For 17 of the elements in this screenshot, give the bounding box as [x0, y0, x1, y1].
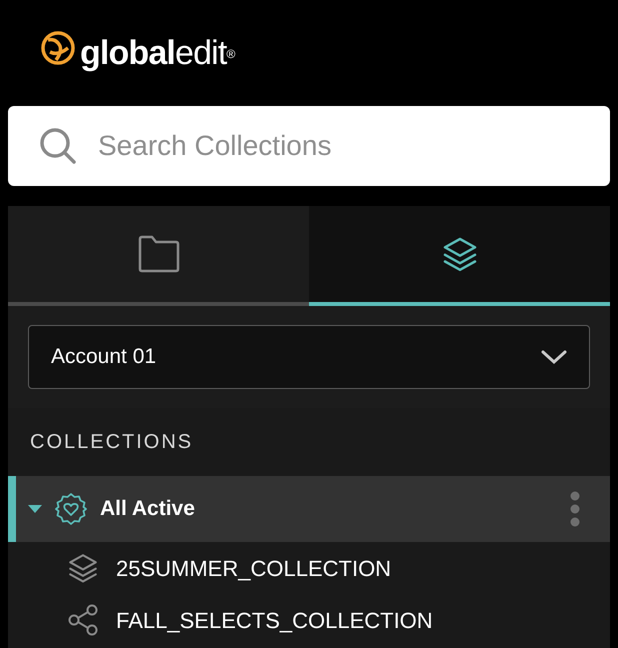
logo-icon [40, 30, 76, 66]
tab[interactable] [309, 206, 610, 306]
layers-icon [66, 551, 100, 585]
collection-row[interactable]: All Active [8, 476, 610, 542]
more-options-icon[interactable] [570, 491, 580, 527]
logo-wordmark: globaledit$^{®}$ [80, 32, 234, 74]
collection-label: All Active [100, 496, 196, 522]
search-icon [38, 126, 78, 166]
heart-badge-icon [54, 492, 88, 526]
folder-icon [138, 235, 180, 273]
share-icon [66, 603, 100, 637]
section-title: COLLECTIONS [30, 430, 194, 455]
search-field[interactable]: Search Collections [8, 106, 610, 186]
collection-item[interactable]: 25SUMMER_COLLECTION [116, 552, 392, 584]
collection-item[interactable]: FALL_SELECTS_COLLECTION [116, 604, 433, 636]
account-dropdown[interactable]: Account 01 [28, 325, 590, 389]
chevron-down-icon [541, 349, 567, 365]
